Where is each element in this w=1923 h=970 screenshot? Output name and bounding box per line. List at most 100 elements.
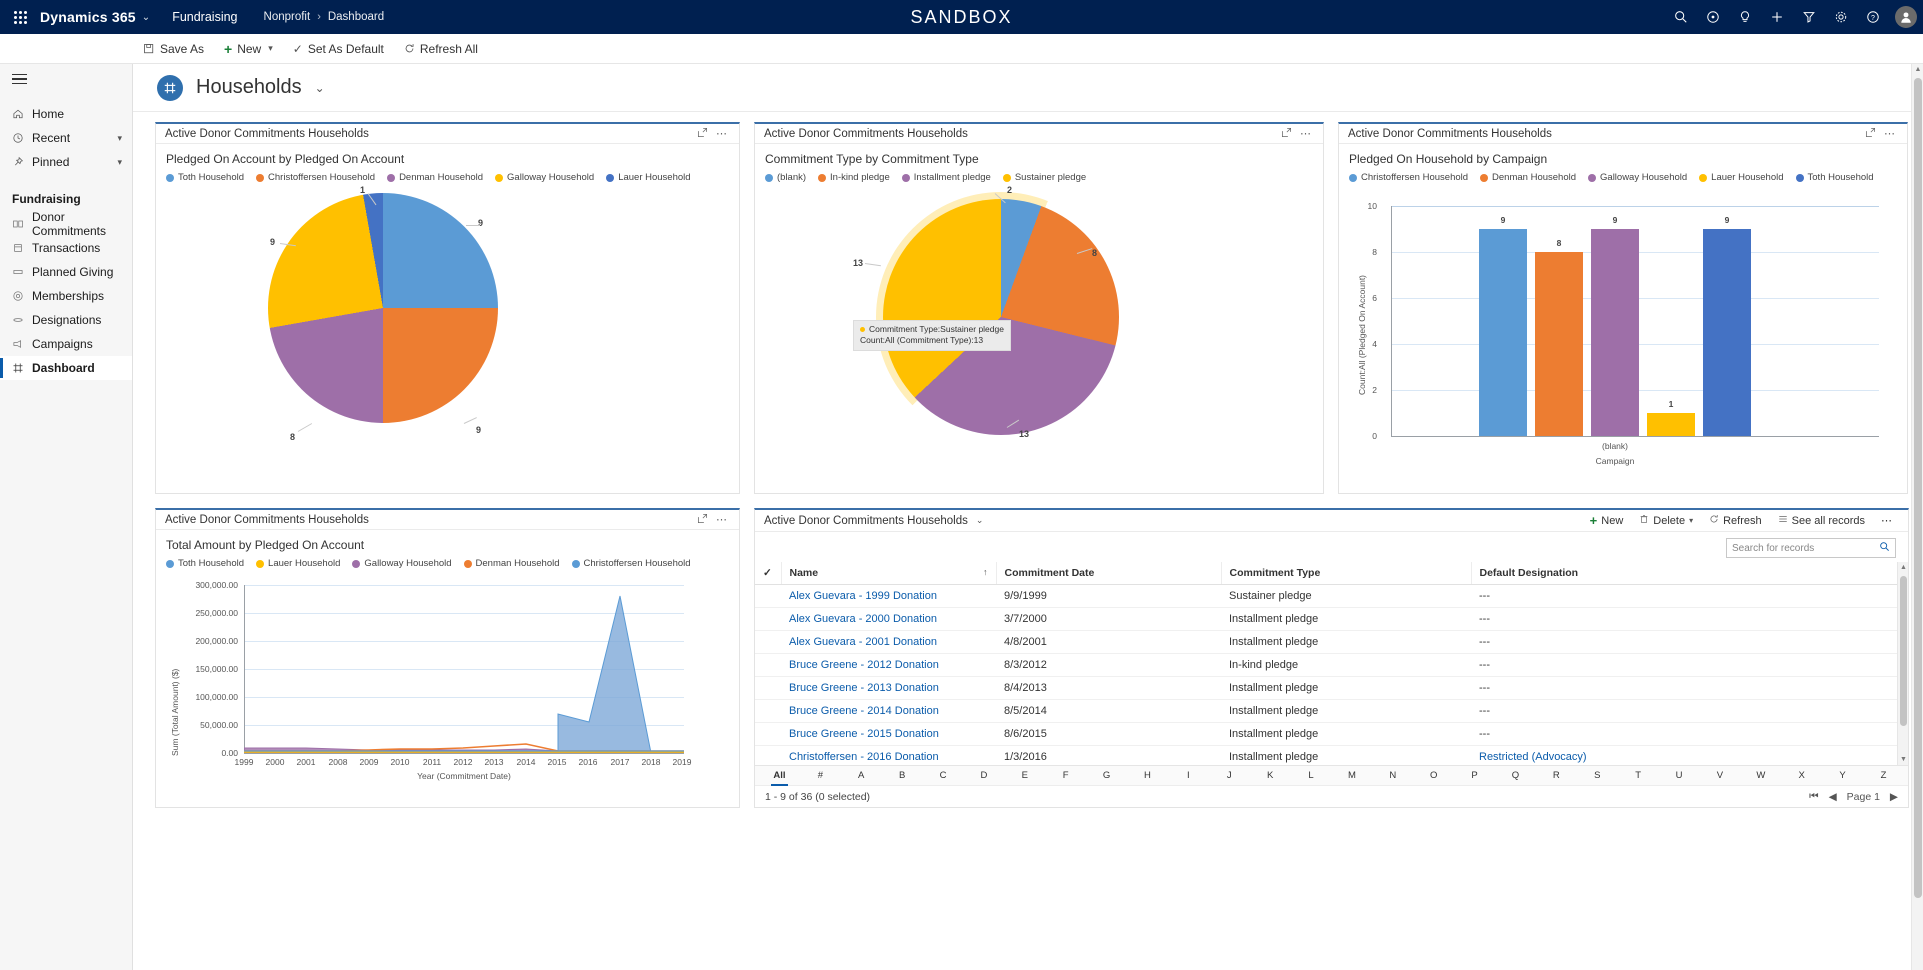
search-input[interactable] bbox=[1732, 542, 1879, 554]
alpha-filter-n[interactable]: N bbox=[1372, 766, 1413, 786]
alpha-filter-v[interactable]: V bbox=[1699, 766, 1740, 786]
filter-target-icon[interactable] bbox=[1697, 0, 1729, 34]
table-row[interactable]: Bruce Greene - 2012 Donation 8/3/2012 In-k… bbox=[755, 653, 1908, 677]
alpha-filter-w[interactable]: W bbox=[1740, 766, 1781, 786]
breadcrumb-current[interactable]: Dashboard bbox=[328, 11, 384, 23]
legend-item[interactable]: Toth Household bbox=[1795, 172, 1874, 183]
alpha-filter-q[interactable]: Q bbox=[1495, 766, 1536, 786]
search-icon[interactable] bbox=[1879, 541, 1890, 555]
grid-title-chevron-down-icon[interactable]: ⌄ bbox=[976, 515, 984, 526]
row-checkbox[interactable] bbox=[755, 722, 781, 746]
alpha-filter-u[interactable]: U bbox=[1659, 766, 1700, 786]
select-all-checkbox[interactable]: ✓ bbox=[755, 562, 782, 585]
waffle-grid-icon[interactable] bbox=[0, 10, 40, 24]
bar-galloway[interactable] bbox=[1591, 229, 1639, 436]
alpha-filter-m[interactable]: M bbox=[1331, 766, 1372, 786]
scroll-down-arrow-icon[interactable]: ▼ bbox=[1898, 754, 1908, 765]
page-vertical-scrollbar[interactable]: ▲ ▼ bbox=[1911, 64, 1923, 970]
row-checkbox[interactable] bbox=[755, 584, 781, 608]
brand-chevron-down-icon[interactable]: ⌄ bbox=[142, 12, 150, 23]
legend-item[interactable]: Christoffersen Household bbox=[1349, 172, 1468, 183]
hamburger-icon[interactable] bbox=[0, 64, 132, 94]
alpha-filter-l[interactable]: L bbox=[1291, 766, 1332, 786]
column-header-commitment-date[interactable]: Commitment Date bbox=[996, 562, 1222, 585]
set-as-default-button[interactable]: ✓ Set As Default bbox=[283, 34, 394, 64]
legend-item[interactable]: Galloway Household bbox=[495, 172, 594, 183]
cell-name[interactable]: Alex Guevara - 1999 Donation bbox=[781, 584, 996, 608]
row-checkbox[interactable] bbox=[755, 699, 781, 723]
alpha-filter-g[interactable]: G bbox=[1086, 766, 1127, 786]
page-title-chevron-down-icon[interactable]: ⌄ bbox=[315, 81, 325, 95]
table-row[interactable]: Alex Guevara - 1999 Donation 9/9/1999 Sust… bbox=[755, 584, 1908, 608]
row-checkbox[interactable] bbox=[755, 745, 781, 765]
save-as-button[interactable]: Save As bbox=[133, 34, 214, 64]
sidebar-item-dashboard[interactable]: Dashboard bbox=[0, 356, 132, 380]
table-row[interactable]: Bruce Greene - 2015 Donation 8/6/2015 Inst… bbox=[755, 722, 1908, 746]
expand-icon[interactable] bbox=[693, 513, 712, 527]
chevron-down-icon[interactable]: ▾ bbox=[268, 43, 273, 54]
bar-toth[interactable] bbox=[1703, 229, 1751, 436]
legend-item[interactable]: Toth Household bbox=[166, 558, 244, 569]
app-name-fundraising[interactable]: Fundraising bbox=[172, 10, 237, 24]
cell-name[interactable]: Bruce Greene - 2012 Donation bbox=[781, 653, 996, 677]
grid-delete-button[interactable]: Delete ▾ bbox=[1631, 510, 1701, 532]
alpha-filter-j[interactable]: J bbox=[1209, 766, 1250, 786]
pager-next-icon[interactable]: ▶ bbox=[1890, 791, 1898, 803]
cell-name[interactable]: Bruce Greene - 2015 Donation bbox=[781, 722, 996, 746]
alpha-filter-o[interactable]: O bbox=[1413, 766, 1454, 786]
alpha-filter-p[interactable]: P bbox=[1454, 766, 1495, 786]
grid-vertical-scrollbar[interactable]: ▲ ▼ bbox=[1897, 562, 1908, 765]
cell-designation[interactable]: Restricted (Advocacy) bbox=[1471, 745, 1908, 765]
sidebar-item-home[interactable]: Home bbox=[0, 102, 132, 126]
sidebar-item-recent[interactable]: Recent ▾ bbox=[0, 126, 132, 150]
chevron-down-icon[interactable]: ▾ bbox=[117, 157, 132, 168]
row-checkbox[interactable] bbox=[755, 653, 781, 677]
alpha-filter-x[interactable]: X bbox=[1781, 766, 1822, 786]
column-header-commitment-type[interactable]: Commitment Type bbox=[1221, 562, 1472, 585]
breadcrumb-root[interactable]: Nonprofit bbox=[264, 11, 311, 23]
alpha-filter-d[interactable]: D bbox=[963, 766, 1004, 786]
pager-prev-icon[interactable]: ◀ bbox=[1829, 791, 1837, 803]
column-header-name[interactable]: Name ↑ bbox=[781, 562, 997, 585]
chevron-down-icon[interactable]: ▾ bbox=[117, 133, 132, 144]
alpha-filter-r[interactable]: R bbox=[1536, 766, 1577, 786]
table-row[interactable]: Alex Guevara - 2000 Donation 3/7/2000 Inst… bbox=[755, 607, 1908, 631]
alpha-filter-a[interactable]: A bbox=[841, 766, 882, 786]
gear-icon[interactable] bbox=[1825, 0, 1857, 34]
row-checkbox[interactable] bbox=[755, 676, 781, 700]
scroll-up-arrow-icon[interactable]: ▲ bbox=[1912, 64, 1923, 75]
legend-item[interactable]: Christoffersen Household bbox=[571, 558, 691, 569]
sidebar-item-transactions[interactable]: Transactions bbox=[0, 236, 132, 260]
tile-more-icon[interactable]: ⋯ bbox=[1296, 127, 1315, 140]
legend-item[interactable]: Lauer Household bbox=[1699, 172, 1784, 183]
tile-more-icon[interactable]: ⋯ bbox=[712, 513, 731, 526]
cell-name[interactable]: Alex Guevara - 2000 Donation bbox=[781, 607, 996, 631]
plus-icon[interactable] bbox=[1761, 0, 1793, 34]
row-checkbox[interactable] bbox=[755, 630, 781, 654]
bar-christoffersen[interactable] bbox=[1479, 229, 1527, 436]
legend-item[interactable]: Toth Household bbox=[166, 172, 244, 183]
user-avatar[interactable] bbox=[1895, 6, 1917, 28]
sidebar-item-memberships[interactable]: Memberships bbox=[0, 284, 132, 308]
alpha-filter-y[interactable]: Y bbox=[1822, 766, 1863, 786]
alpha-filter-i[interactable]: I bbox=[1168, 766, 1209, 786]
legend-item[interactable]: Lauer Household bbox=[256, 558, 340, 569]
area-chart[interactable]: Sum (Total Amount) ($) 300,000.00 250,00… bbox=[156, 571, 739, 807]
legend-item[interactable]: Christoffersen Household bbox=[256, 172, 375, 183]
sidebar-item-donor-commitments[interactable]: Donor Commitments bbox=[0, 210, 132, 238]
expand-icon[interactable] bbox=[1277, 127, 1296, 141]
alpha-filter-z[interactable]: Z bbox=[1863, 766, 1904, 786]
sidebar-item-designations[interactable]: Designations bbox=[0, 308, 132, 332]
alpha-filter-k[interactable]: K bbox=[1250, 766, 1291, 786]
alpha-filter-e[interactable]: E bbox=[1004, 766, 1045, 786]
funnel-icon[interactable] bbox=[1793, 0, 1825, 34]
bar-denman[interactable] bbox=[1535, 252, 1583, 436]
grid-more-icon[interactable]: ⋯ bbox=[1873, 510, 1900, 532]
chevron-down-icon[interactable]: ▾ bbox=[1689, 516, 1693, 525]
help-icon[interactable]: ? bbox=[1857, 0, 1889, 34]
legend-item[interactable]: Installment pledge bbox=[901, 172, 991, 183]
table-row[interactable]: Bruce Greene - 2013 Donation 8/4/2013 Inst… bbox=[755, 676, 1908, 700]
expand-icon[interactable] bbox=[1861, 127, 1880, 141]
legend-item[interactable]: In-kind pledge bbox=[818, 172, 890, 183]
sidebar-item-campaigns[interactable]: Campaigns bbox=[0, 332, 132, 356]
